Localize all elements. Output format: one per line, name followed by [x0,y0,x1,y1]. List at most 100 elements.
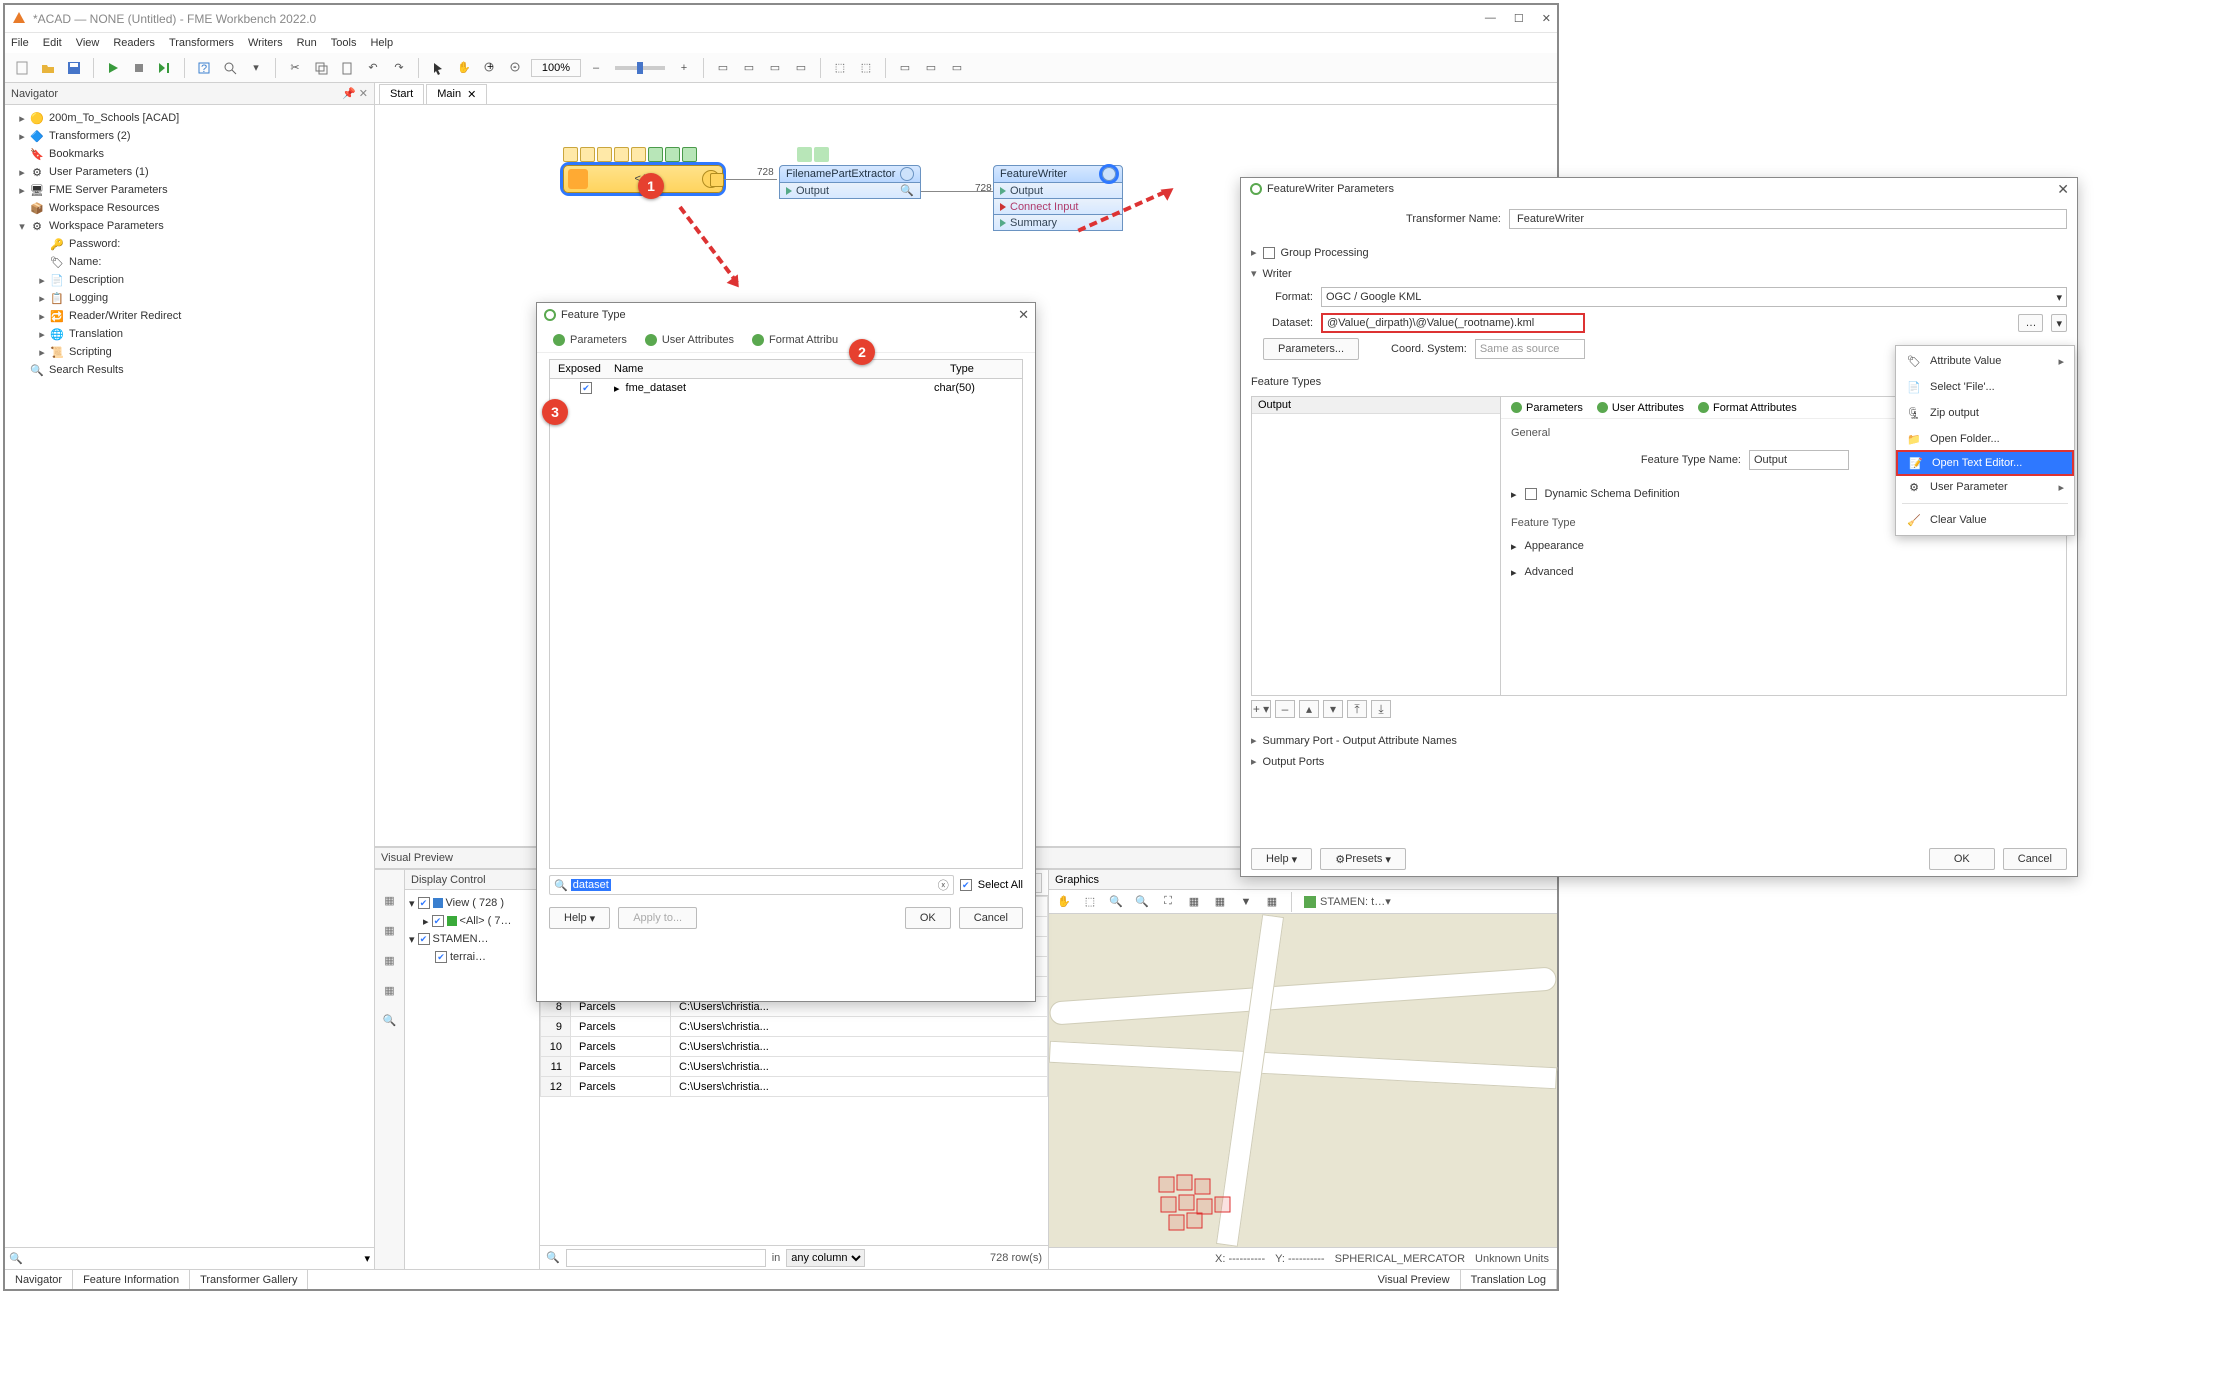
nav-search-menu[interactable]: ▾ [364,1252,370,1265]
table-row[interactable]: 11ParcelsC:\Users\christia... [541,1057,1048,1077]
dataset-input[interactable]: @Value(_dirpath)\@Value(_rootname).kml [1321,313,1585,333]
menu-edit[interactable]: Edit [43,37,62,49]
ft-help-button[interactable]: Help ▾ [549,907,610,929]
misc1-icon[interactable]: ⬚ [829,57,851,79]
zoom-out-icon[interactable]: - [505,57,527,79]
reader-mini-buttons[interactable] [563,147,697,162]
ft-ok-button[interactable]: OK [905,907,951,929]
gfx-fit-icon[interactable]: ⛶ [1157,891,1179,913]
fw-add-button[interactable]: + ▾ [1251,700,1271,718]
menu-file[interactable]: File [11,37,29,49]
tab-main[interactable]: Main✕ [426,84,487,104]
nav-item[interactable]: ▾⚙Workspace Parameters [7,217,372,235]
ft-close-button[interactable]: ✕ [1018,307,1029,323]
run-icon[interactable] [102,57,124,79]
gfx-zoomout-icon[interactable]: 🔍 [1131,891,1153,913]
nav-item[interactable]: ▸⚙User Parameters (1) [7,163,372,181]
fw-presets-button[interactable]: ⚙ Presets ▾ [1320,848,1406,870]
fw-down-button[interactable]: ▾ [1323,700,1343,718]
layout3-icon[interactable]: ▭ [764,57,786,79]
nav-item[interactable]: ▸🔷Transformers (2) [7,127,372,145]
fw-help-button[interactable]: Help ▾ [1251,848,1312,870]
misc2-icon[interactable]: ⬚ [855,57,877,79]
coord-system-input[interactable]: Same as source [1475,339,1585,359]
filenamepartextractor-node[interactable]: FilenamePartExtractor Output🔍 [779,165,921,199]
search-icon[interactable] [219,57,241,79]
pin-icon[interactable]: 📌 ✕ [342,87,368,100]
table-search-input[interactable] [566,1249,766,1267]
maximize-button[interactable]: ☐ [1514,12,1524,25]
cache-icon[interactable]: ? [193,57,215,79]
layout4-icon[interactable]: ▭ [790,57,812,79]
run-to-icon[interactable] [154,57,176,79]
nav-item[interactable]: ▸📜Scripting [7,343,372,361]
feature-types-list[interactable]: Output [1251,396,1501,696]
tx1-gear-icon[interactable] [900,167,914,181]
history-icon[interactable]: ▾ [245,57,267,79]
close-button[interactable]: ✕ [1542,12,1551,25]
ctx-zip-output[interactable]: 🗜Zip output [1896,400,2074,426]
gfx-t2-icon[interactable]: ▦ [1209,891,1231,913]
strip-btn-1[interactable]: ▦ [380,890,400,910]
dynamic-schema-checkbox[interactable] [1525,488,1537,500]
zoom-in-icon[interactable]: + [479,57,501,79]
nav-item[interactable]: ▸🖥FME Server Parameters [7,181,372,199]
nav-item[interactable]: ▸🌐Translation [7,325,372,343]
menu-readers[interactable]: Readers [113,37,155,49]
fw-up-button[interactable]: ▴ [1299,700,1319,718]
nav-item[interactable]: 🏷Name: [7,253,372,271]
strip-btn-5[interactable]: 🔍 [380,1010,400,1030]
format-select[interactable]: OGC / Google KML▾ [1321,287,2067,307]
ctx-user-parameter[interactable]: ⚙User Parameter▸ [1896,474,2074,500]
fw-cancel-button[interactable]: Cancel [2003,848,2067,870]
paste-icon[interactable] [336,57,358,79]
new-file-icon[interactable] [11,57,33,79]
ft-attr-list[interactable]: ▸fme_dataset char(50) [549,379,1023,869]
menu-tools[interactable]: Tools [331,37,357,49]
btab-translation-log[interactable]: Translation Log [1461,1270,1557,1289]
gfx-t1-icon[interactable]: ▦ [1183,891,1205,913]
menu-writers[interactable]: Writers [248,37,283,49]
ft-cancel-button[interactable]: Cancel [959,907,1023,929]
fw-rtab-user-attrs[interactable]: User Attributes [1597,402,1684,414]
basemap-select[interactable]: STAMEN: t… ▾ [1300,891,1395,913]
fw-ok-button[interactable]: OK [1929,848,1995,870]
fw-top-button[interactable]: ⤒ [1347,700,1367,718]
tx2-port-output[interactable]: Output [1010,185,1043,197]
menu-help[interactable]: Help [370,37,393,49]
table-search-column[interactable]: any column [786,1249,865,1267]
redo-icon[interactable]: ↷ [388,57,410,79]
display-control-tree[interactable]: ▾View ( 728 ) ▸<All> ( 7… ▾STAMEN… terra… [405,890,539,1269]
tx2-gear-icon[interactable] [1102,167,1116,181]
fw-rtab-format-attrs[interactable]: Format Attributes [1698,402,1797,414]
ctx-open-folder[interactable]: 📁Open Folder... [1896,426,2074,452]
zoom-level[interactable]: 100% [531,59,581,77]
zoom-plus-icon[interactable]: + [673,57,695,79]
btab-navigator[interactable]: Navigator [5,1270,73,1289]
reader-out-port[interactable] [710,173,724,187]
ft-apply-button[interactable]: Apply to... [618,907,697,929]
table-row[interactable]: 10ParcelsC:\Users\christia... [541,1037,1048,1057]
zoom-slider[interactable] [615,66,665,70]
btab-feature-info[interactable]: Feature Information [73,1270,190,1289]
dataset-menu-button[interactable]: ▾ [2051,314,2067,332]
ft-search-input[interactable]: 🔍 dataset ⓧ [549,875,954,895]
ft-tab-user-attributes[interactable]: User Attributes [645,334,734,346]
pointer-icon[interactable] [427,57,449,79]
ctx-select-file[interactable]: 📄Select 'File'... [1896,374,2074,400]
ctx-clear-value[interactable]: 🧹Clear Value [1896,507,2074,533]
graphics-canvas[interactable] [1049,914,1557,1247]
gfx-pan-icon[interactable]: ✋ [1053,891,1075,913]
navigator-tree[interactable]: ▸🟡200m_To_Schools [ACAD]▸🔷Transformers (… [5,105,374,1247]
minimize-button[interactable]: — [1485,12,1496,25]
fw-rtab-params[interactable]: Parameters [1511,402,1583,414]
stop-icon[interactable] [128,57,150,79]
tab-start[interactable]: Start [379,84,424,104]
strip-btn-2[interactable]: ▦ [380,920,400,940]
ft-select-all-checkbox[interactable] [960,879,972,891]
nav-item[interactable]: ▸📄Description [7,271,372,289]
display2-icon[interactable]: ▭ [920,57,942,79]
btab-visual-preview[interactable]: Visual Preview [1368,1270,1461,1289]
menu-transformers[interactable]: Transformers [169,37,234,49]
dataset-browse-button[interactable]: … [2018,314,2043,332]
